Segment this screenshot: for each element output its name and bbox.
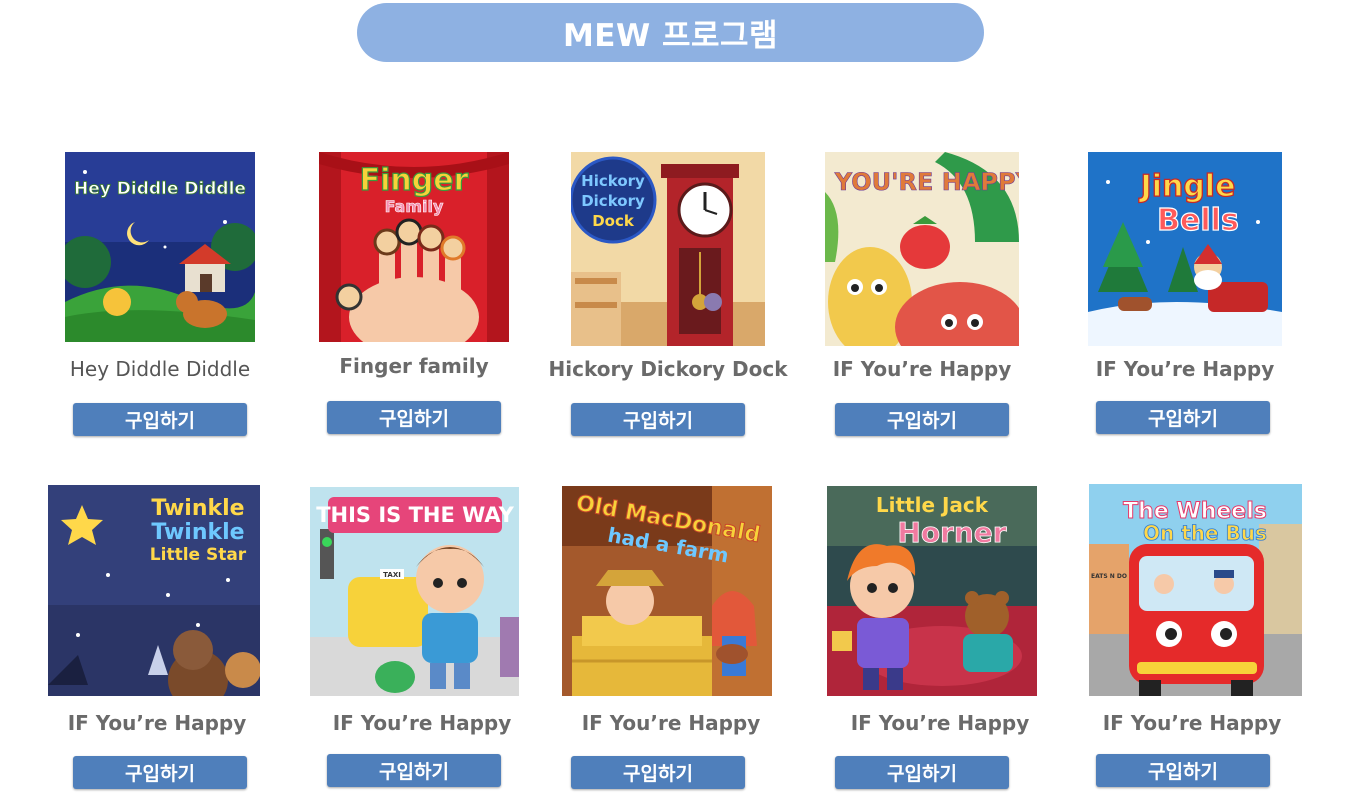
thumb-title-text-2: Dickory [581,192,645,210]
wheels-on-the-bus-illustration: The Wheels On the Bus EATS N DO [1089,484,1302,696]
buy-button[interactable]: 구입하기 [835,403,1009,436]
product-thumbnail-old-macdonald[interactable]: Old MacDonald had a farm [562,486,772,696]
buy-button[interactable]: 구입하기 [835,756,1009,789]
twinkle-twinkle-illustration: Twinkle Twinkle Little Star [48,485,260,696]
little-jack-horner-illustration: Little Jack Horner [827,486,1037,696]
thumb-title-text: Twinkle [151,496,244,521]
store-sign-text: EATS N DO [1091,573,1127,580]
product-title: IF You’re Happy [332,711,512,735]
buy-button[interactable]: 구입하기 [327,754,501,787]
product-title: Hey Diddle Diddle [69,357,251,381]
mew-program-page: MEW 프로그램 Hey Diddle Diddle Hey Diddle Di… [0,0,1354,809]
buy-button[interactable]: 구입하기 [327,401,501,434]
product-thumbnail-hickory-dickory-dock[interactable]: Hickory Dickory Dock [571,152,765,346]
product-title: IF You’re Happy [1095,357,1275,381]
buy-button[interactable]: 구입하기 [1096,754,1270,787]
product-thumbnail-twinkle-twinkle[interactable]: Twinkle Twinkle Little Star [48,485,260,696]
thumb-title-text: Jingle [1139,169,1236,204]
product-thumbnail-hey-diddle-diddle[interactable]: Hey Diddle Diddle [65,152,255,342]
taxi-sign-text: TAXI [383,571,401,579]
product-title: IF You’re Happy [1102,711,1282,735]
product-title: IF You’re Happy [850,711,1030,735]
thumb-subtitle-text: Family [385,197,444,216]
product-title: Finger family [339,354,489,378]
thumb-title-text-3: Dock [592,212,635,230]
product-title: IF You’re Happy [581,711,761,735]
jingle-bells-illustration: Jingle Bells [1088,152,1282,346]
thumb-title-text: Hickory [581,172,645,190]
hickory-dickory-dock-illustration: Hickory Dickory Dock [571,152,765,346]
thumb-title-text-2: Twinkle [151,520,244,545]
old-macdonald-illustration: Old MacDonald had a farm [562,486,772,696]
thumb-title-text-2: Bells [1157,203,1239,238]
product-thumbnail-jingle-bells[interactable]: Jingle Bells [1088,152,1282,346]
product-thumbnail-little-jack-horner[interactable]: Little Jack Horner [827,486,1037,696]
product-thumbnail-this-is-the-way[interactable]: THIS IS THE WAY TAXI [310,487,519,696]
thumb-title-text: THIS IS THE WAY [316,503,514,527]
thumb-title-text: Finger [360,163,469,198]
buy-button[interactable]: 구입하기 [73,756,247,789]
buy-button[interactable]: 구입하기 [1096,401,1270,434]
hey-diddle-diddle-illustration: Hey Diddle Diddle [65,152,255,342]
product-thumbnail-if-youre-happy[interactable]: IF YOU'RE HAPPY [825,152,1019,346]
thumb-title-text: Hey Diddle Diddle [74,179,246,199]
thumb-title-text-3: Little Star [150,545,247,565]
thumb-title-text: IF YOU'RE HAPPY [825,168,1019,196]
buy-button[interactable]: 구입하기 [73,403,247,436]
if-youre-happy-illustration: IF YOU'RE HAPPY [825,152,1019,346]
finger-family-illustration: Finger Family [319,152,509,342]
thumb-title-text: Little Jack [876,493,989,517]
this-is-the-way-illustration: THIS IS THE WAY TAXI [310,487,519,696]
product-title: IF You’re Happy [67,711,247,735]
thumb-title-text-2: Horner [897,516,1006,549]
product-thumbnail-wheels-on-the-bus[interactable]: The Wheels On the Bus EATS N DO [1089,484,1302,696]
page-title: MEW 프로그램 [357,3,984,62]
product-thumbnail-finger-family[interactable]: Finger Family [319,152,509,342]
buy-button[interactable]: 구입하기 [571,403,745,436]
thumb-title-text-2: On the Bus [1143,521,1267,545]
product-title: IF You’re Happy [832,357,1012,381]
buy-button[interactable]: 구입하기 [571,756,745,789]
product-title: Hickory Dickory Dock [548,357,788,381]
